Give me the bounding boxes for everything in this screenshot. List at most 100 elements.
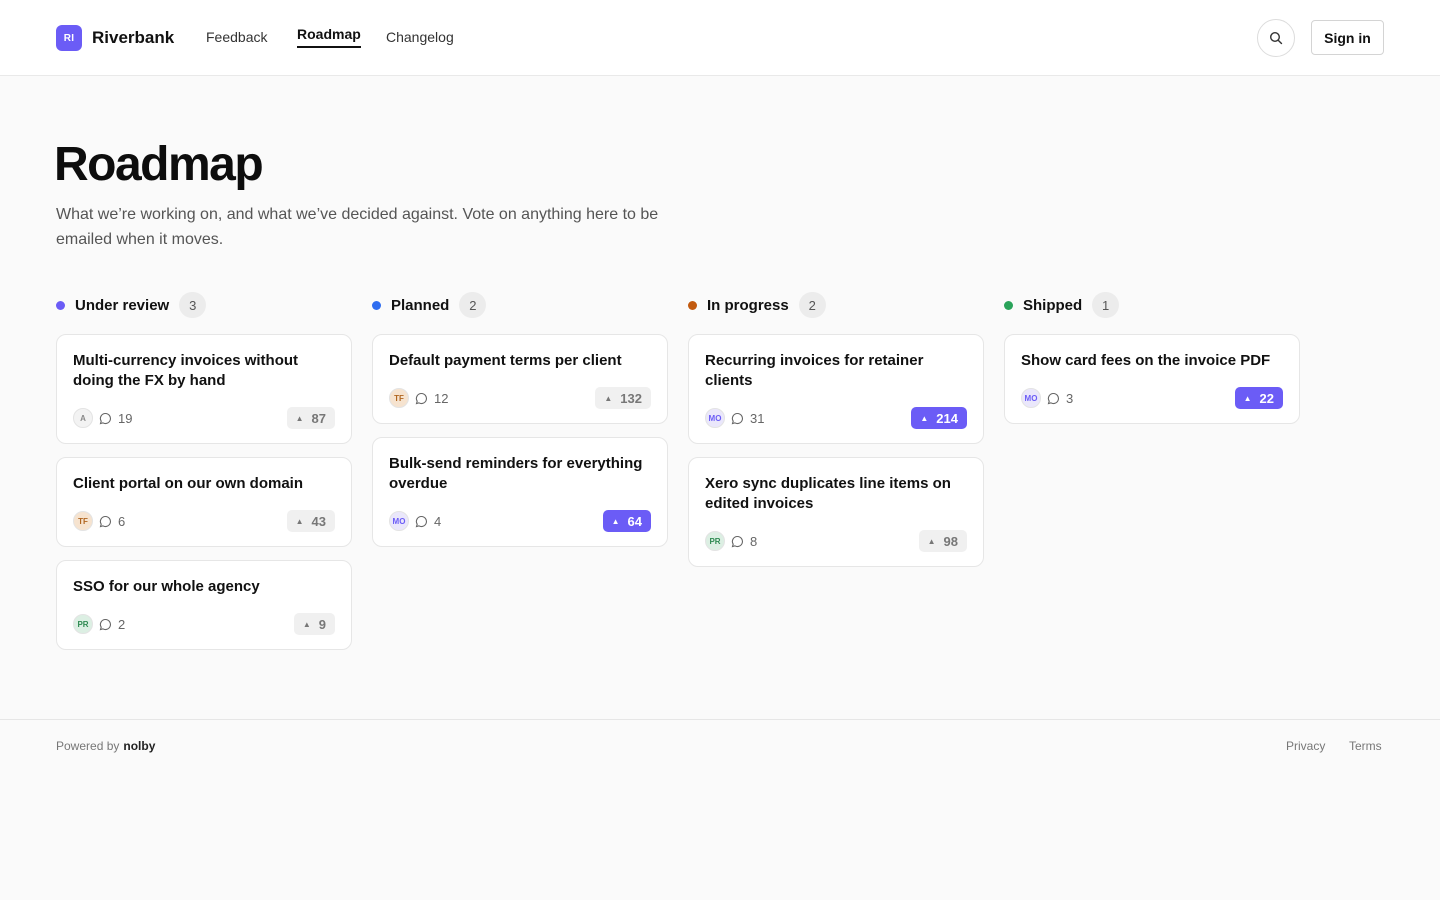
comment-count: 6	[118, 513, 126, 529]
vote-count: 98	[943, 533, 958, 549]
vote-count: 9	[318, 616, 326, 632]
brand-logo: RI	[56, 25, 82, 51]
column-header: Shipped 1	[1004, 292, 1300, 318]
column-count-badge: 2	[459, 292, 487, 318]
column-count-badge: 2	[798, 292, 826, 318]
column-in-progress: In progress 2 Recurring invoices for ret…	[688, 292, 984, 580]
avatar: PR	[73, 614, 93, 634]
comment-count: 12	[434, 390, 449, 406]
caret-up-icon: ▲	[302, 619, 311, 629]
card-title: Xero sync duplicates line items on edite…	[705, 475, 951, 512]
avatar: TF	[73, 511, 93, 531]
column-planned: Planned 2 Default payment terms per clie…	[372, 292, 668, 560]
status-dot	[372, 300, 381, 310]
page-title: Roadmap	[54, 138, 264, 191]
upvote-button[interactable]: ▲ 9	[293, 613, 335, 635]
roadmap-card[interactable]: Xero sync duplicates line items on edite…	[688, 457, 984, 567]
avatar: MO	[705, 408, 725, 428]
column-shipped: Shipped 1 Show card fees on the invoice …	[1004, 292, 1300, 437]
comment-count: 8	[750, 533, 758, 549]
vote-count: 22	[1259, 390, 1274, 406]
vote-count: 64	[627, 513, 642, 529]
nav-roadmap[interactable]: Roadmap	[297, 26, 361, 48]
brand[interactable]: RI Riverbank	[56, 25, 174, 51]
comment-icon	[1047, 391, 1061, 405]
caret-up-icon: ▲	[295, 413, 304, 423]
roadmap-card[interactable]: Show card fees on the invoice PDF MO 3 ▲…	[1004, 334, 1300, 424]
status-dot	[56, 300, 65, 310]
upvote-button[interactable]: ▲ 64	[602, 510, 651, 532]
top-bar: RI Riverbank Feedback Roadmap Changelog …	[0, 0, 1440, 76]
card-title: Client portal on our own domain	[73, 475, 303, 492]
brand-name: Riverbank	[92, 28, 175, 47]
vote-count: 132	[620, 390, 642, 406]
comment-count: 2	[118, 616, 126, 632]
avatar: PR	[705, 531, 725, 551]
avatar: TF	[389, 388, 409, 408]
caret-up-icon: ▲	[920, 413, 929, 423]
powered-by: Powered by nolby	[56, 739, 155, 753]
comment-icon	[731, 411, 745, 425]
caret-up-icon: ▲	[604, 393, 613, 403]
roadmap-card[interactable]: SSO for our whole agency PR 2 ▲ 9	[56, 560, 352, 650]
roadmap-card[interactable]: Recurring invoices for retainer clients …	[688, 334, 984, 444]
card-title: SSO for our whole agency	[73, 578, 260, 595]
comment-count: 31	[750, 410, 765, 426]
upvote-button[interactable]: ▲ 22	[1234, 387, 1283, 409]
comment-icon	[415, 514, 429, 528]
avatar: MO	[1021, 388, 1041, 408]
avatar: MO	[389, 511, 409, 531]
nav-changelog[interactable]: Changelog	[386, 29, 454, 46]
footer-link-privacy[interactable]: Privacy	[1286, 739, 1325, 753]
avatar: A	[73, 408, 93, 428]
footer-link-terms[interactable]: Terms	[1349, 739, 1382, 753]
column-header: Under review 3	[56, 292, 352, 318]
vote-count: 87	[311, 410, 326, 426]
card-title: Recurring invoices for retainer clients	[705, 352, 924, 389]
column-title: Under review	[75, 296, 170, 314]
column-header: Planned 2	[372, 292, 668, 318]
roadmap-card[interactable]: Bulk-send reminders for everything overd…	[372, 437, 668, 547]
comment-icon	[99, 514, 113, 528]
comment-count: 4	[434, 513, 442, 529]
powered-by-label: Powered by	[56, 739, 120, 753]
roadmap-card[interactable]: Client portal on our own domain TF 6 ▲ 43	[56, 457, 352, 547]
sign-in-button[interactable]: Sign in	[1311, 20, 1384, 55]
roadmap-card[interactable]: Default payment terms per client TF 12 ▲…	[372, 334, 668, 424]
upvote-button[interactable]: ▲ 98	[918, 530, 967, 552]
column-under-review: Under review 3 Multi-currency invoices w…	[56, 292, 352, 663]
column-title: Planned	[391, 296, 450, 314]
comment-icon	[99, 411, 113, 425]
page-description: What we’re working on, and what we’ve de…	[56, 206, 659, 248]
card-title: Show card fees on the invoice PDF	[1021, 352, 1271, 369]
column-count-badge: 1	[1092, 292, 1120, 318]
search-icon	[1269, 31, 1283, 45]
comment-count: 19	[118, 410, 133, 426]
upvote-button[interactable]: ▲ 214	[911, 407, 967, 429]
powered-by-brand[interactable]: nolby	[123, 739, 155, 753]
roadmap-card[interactable]: Multi-currency invoices without doing th…	[56, 334, 352, 444]
caret-up-icon: ▲	[927, 536, 936, 546]
caret-up-icon: ▲	[295, 516, 304, 526]
column-header: In progress 2	[688, 292, 984, 318]
column-title: In progress	[707, 296, 789, 314]
column-count-badge: 3	[179, 292, 207, 318]
nav-feedback[interactable]: Feedback	[206, 29, 267, 46]
card-title: Multi-currency invoices without doing th…	[73, 352, 299, 389]
card-title: Bulk-send reminders for everything overd…	[389, 455, 643, 492]
status-dot	[688, 300, 697, 310]
comment-count: 3	[1066, 390, 1074, 406]
caret-up-icon: ▲	[611, 516, 620, 526]
comment-icon	[415, 391, 429, 405]
upvote-button[interactable]: ▲ 43	[286, 510, 335, 532]
caret-up-icon: ▲	[1243, 393, 1252, 403]
vote-count: 214	[936, 410, 958, 426]
upvote-button[interactable]: ▲ 87	[286, 407, 335, 429]
column-title: Shipped	[1023, 296, 1083, 314]
upvote-button[interactable]: ▲ 132	[595, 387, 651, 409]
comment-icon	[731, 534, 745, 548]
status-dot	[1004, 300, 1013, 310]
comment-icon	[99, 617, 113, 631]
search-button[interactable]	[1257, 19, 1295, 57]
vote-count: 43	[311, 513, 326, 529]
